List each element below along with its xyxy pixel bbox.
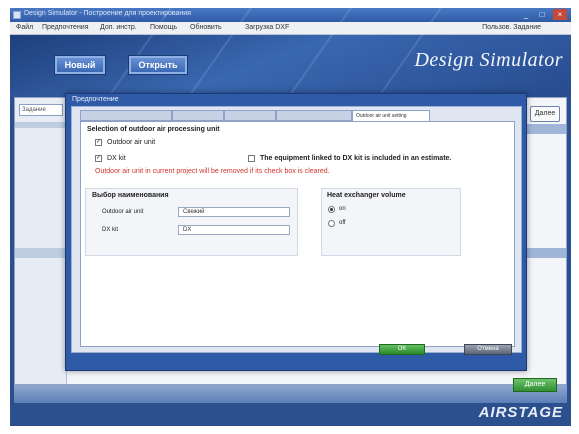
sidebar-row[interactable] <box>15 122 67 128</box>
heat-exchanger-on-label: on <box>339 206 346 212</box>
preferences-dialog: Предпочтение Outdoor air unit setting Se… <box>65 93 527 371</box>
menu-bar: Файл Предпочтения Доп. инстр. Помощь Обн… <box>10 22 571 35</box>
tab-4[interactable] <box>276 110 352 121</box>
open-button[interactable]: Открыть <box>128 55 188 75</box>
app-icon <box>13 11 21 19</box>
next-button[interactable]: Далее <box>513 378 557 392</box>
menu-load-dxf[interactable]: Загрузка DXF <box>245 24 289 31</box>
tab-2[interactable] <box>172 110 224 121</box>
selection-section: Selection of outdoor air processing unit… <box>85 126 510 186</box>
new-button[interactable]: Новый <box>54 55 106 75</box>
naming-group: Выбор наименования Outdoor air unit Свеж… <box>85 188 298 256</box>
heat-exchanger-on-radio[interactable] <box>328 206 335 213</box>
outdoor-air-unit-name-field[interactable]: Свежий <box>178 207 290 217</box>
right-row <box>526 248 566 258</box>
equipment-included-checkbox[interactable] <box>248 155 255 162</box>
title-bar: Design Simulator - Построение для проект… <box>10 8 571 22</box>
naming-title: Выбор наименования <box>92 192 169 199</box>
dx-kit-name-field[interactable]: DX <box>178 225 290 235</box>
tab-1[interactable] <box>80 110 172 121</box>
design-simulator-logo: Design Simulator <box>414 49 563 71</box>
ok-button[interactable]: OK <box>379 344 425 355</box>
user-label: Пользов. Задание <box>482 24 541 31</box>
dx-kit-checkbox[interactable]: ✓ <box>95 155 102 162</box>
menu-update[interactable]: Обновить <box>190 24 222 31</box>
dialog-tabs: Outdoor air unit setting <box>80 110 515 122</box>
section-title: Selection of outdoor air processing unit <box>87 126 220 133</box>
dx-kit-name-label: DX kit <box>102 227 119 233</box>
maximize-icon[interactable]: □ <box>535 9 549 20</box>
warning-text: Outdoor air unit in current project will… <box>95 168 330 175</box>
sidebar: Задание <box>15 98 67 384</box>
heat-exchanger-title: Heat exchanger volume <box>327 192 406 199</box>
outdoor-air-unit-label: Outdoor air unit <box>107 139 156 146</box>
heat-exchanger-off-radio[interactable] <box>328 220 335 227</box>
tab-content: Selection of outdoor air processing unit… <box>80 121 515 347</box>
heat-exchanger-off-label: off <box>339 220 346 226</box>
dialog-body: Outdoor air unit setting Selection of ou… <box>71 106 522 353</box>
sidebar-tab[interactable]: Задание <box>19 104 63 116</box>
outdoor-air-unit-name-label: Outdoor air unit <box>102 209 144 215</box>
dialog-title: Предпочтение <box>72 96 119 103</box>
cancel-button[interactable]: Отмена <box>464 344 512 355</box>
right-row <box>526 124 566 134</box>
equipment-note-label: The equipment linked to DX kit is includ… <box>260 155 452 162</box>
menu-tools[interactable]: Доп. инстр. <box>100 24 137 31</box>
tab-3[interactable] <box>224 110 276 121</box>
heat-exchanger-group: Heat exchanger volume on off <box>321 188 461 256</box>
airstage-logo: AIRSTAGE <box>478 404 563 421</box>
close-icon[interactable]: × <box>553 9 567 20</box>
bottom-bar <box>14 385 567 403</box>
menu-file[interactable]: Файл <box>16 24 33 31</box>
minimize-icon[interactable]: _ <box>519 9 533 20</box>
app-window: Design Simulator - Построение для проект… <box>10 8 571 426</box>
sidebar-row-selected[interactable] <box>15 248 67 258</box>
dx-kit-label: DX kit <box>107 155 126 162</box>
outdoor-air-unit-checkbox[interactable]: ✓ <box>95 139 102 146</box>
header-banner: Новый Открыть Design Simulator <box>10 8 571 123</box>
menu-preferences[interactable]: Предпочтения <box>42 24 89 31</box>
next-top-button[interactable]: Далее <box>530 106 560 122</box>
